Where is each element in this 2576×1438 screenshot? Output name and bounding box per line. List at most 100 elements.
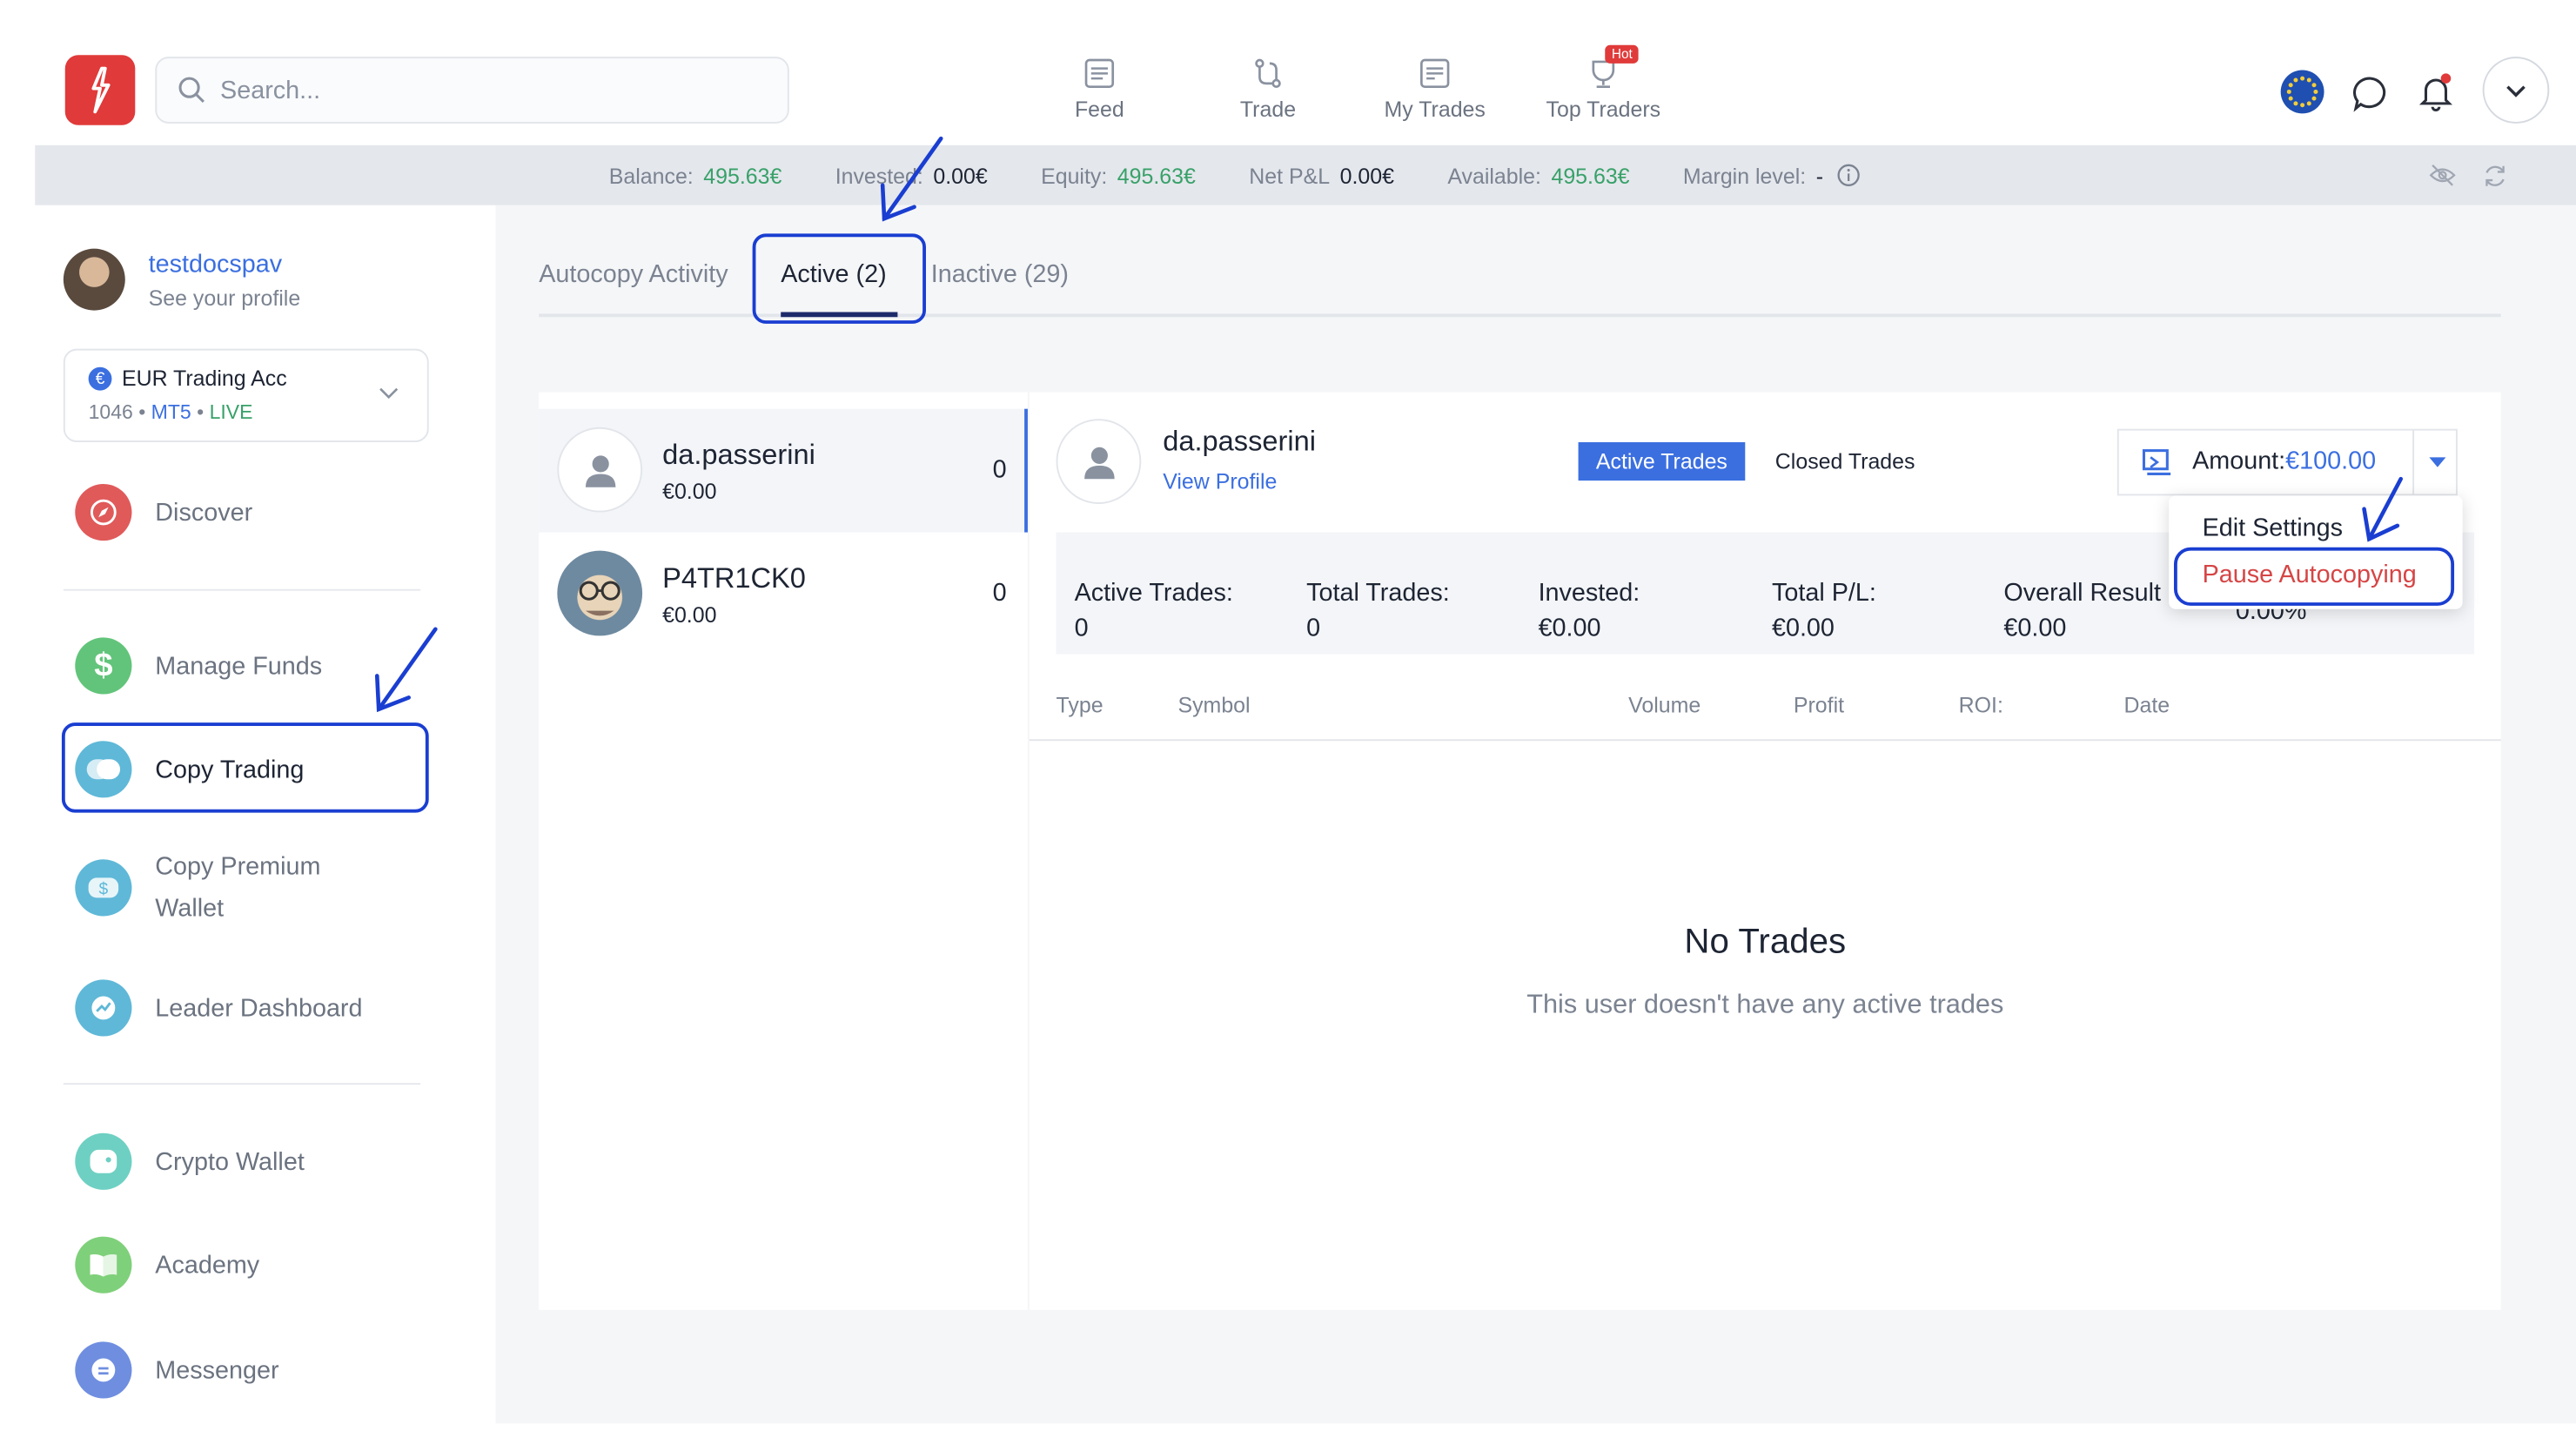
app-logo[interactable]	[64, 55, 136, 125]
user-placeholder-icon	[1056, 419, 1142, 504]
sidebar-item-copy-trading[interactable]: Copy Trading	[75, 741, 305, 798]
stat-total-pl: Total P/L: €0.00	[1772, 575, 1876, 646]
profile-menu-button[interactable]	[2482, 57, 2550, 124]
stat-total-trades: Total Trades: 0	[1306, 575, 1450, 646]
nav-my-trades[interactable]: My Trades	[1379, 57, 1492, 122]
sidebar-item-academy[interactable]: Academy	[75, 1236, 259, 1294]
sidebar-item-label: Crypto Wallet	[155, 1147, 305, 1176]
empty-text: This user doesn't have any active trades	[1526, 991, 2004, 1020]
caret-down-icon[interactable]	[2429, 457, 2446, 467]
stat-label: Total Trades:	[1306, 579, 1450, 608]
sidebar-item-crypto-wallet[interactable]: Crypto Wallet	[75, 1132, 305, 1190]
nav-top-traders[interactable]: Top Traders	[1539, 57, 1669, 122]
sidebar-item-copy-premium-wallet[interactable]: $ Copy Premium Wallet	[75, 846, 320, 930]
trader-row[interactable]: da.passerini €0.00 0	[539, 408, 1028, 533]
available-label: Available:	[1447, 162, 1541, 188]
nav-trade[interactable]: Trade	[1235, 57, 1302, 122]
sidebar-item-messenger[interactable]: Messenger	[75, 1341, 279, 1399]
invested-value: 0.00€	[933, 162, 988, 188]
amount-dropdown-menu: Edit Settings Pause Autocopying	[2169, 495, 2463, 609]
table-header-divider	[1029, 739, 2501, 742]
active-trades-button[interactable]: Active Trades	[1578, 442, 1746, 481]
column-header: Profit	[1793, 692, 1845, 718]
account-mode: LIVE	[209, 400, 253, 424]
sidebar-divider	[63, 588, 421, 591]
account-platform: MT5	[151, 400, 191, 424]
sidebar-item-label: Copy Trading	[155, 755, 305, 784]
search-input[interactable]	[217, 74, 758, 106]
traders-list: da.passerini €0.00 0 P4TR1CK0 €0.00 0	[539, 392, 1028, 1310]
sidebar-item-label: Wallet	[155, 894, 225, 924]
app-root: Feed Trade My Trades Top Traders Hot Bal…	[0, 0, 2576, 1424]
search-box[interactable]	[155, 57, 789, 124]
amount-label: Amount:	[2192, 447, 2286, 476]
search-icon	[178, 77, 205, 104]
nav-feed[interactable]: Feed	[1068, 57, 1131, 122]
empty-title: No Trades	[1684, 923, 1847, 962]
sidebar-item-label: Manage Funds	[155, 651, 323, 681]
menu-item-pause-autocopying[interactable]: Pause Autocopying	[2203, 561, 2417, 589]
detail-trader-name: da.passerini	[1163, 425, 1316, 458]
nav-my-trades-label: My Trades	[1384, 97, 1486, 122]
stat-value: 0	[1074, 614, 1089, 643]
see-profile-link[interactable]: See your profile	[149, 286, 301, 311]
feed-icon	[1084, 58, 1115, 89]
amount-control[interactable]: Amount:€100.00	[2116, 428, 2458, 496]
account-details: 1046 • MT5 • LIVE	[88, 400, 253, 424]
trader-name: da.passerini	[662, 439, 815, 471]
refresh-icon[interactable]	[2483, 164, 2508, 189]
stat-value: €0.00	[2003, 614, 2067, 643]
eu-flag-icon[interactable]	[2280, 70, 2324, 114]
sidebar-item-leader-dashboard[interactable]: Leader Dashboard	[75, 979, 363, 1037]
username[interactable]: testdocspav	[149, 251, 282, 279]
view-profile-link[interactable]: View Profile	[1163, 469, 1277, 494]
notifications-button[interactable]	[2418, 71, 2458, 120]
account-number: 1046	[88, 400, 133, 424]
margin-value: -	[1815, 162, 1824, 188]
sidebar-item-manage-funds[interactable]: $ Manage Funds	[75, 637, 323, 695]
trader-amount: €0.00	[662, 479, 717, 504]
trader-count: 0	[992, 579, 1007, 608]
chevron-down-icon	[379, 387, 399, 400]
premium-wallet-icon: $	[75, 859, 132, 917]
margin-label: Margin level:	[1682, 162, 1807, 188]
tab-inactive[interactable]: Inactive (29)	[931, 260, 1069, 289]
sidebar-item-label: Copy Premium	[155, 852, 321, 882]
tab-autocopy-activity[interactable]: Autocopy Activity	[539, 260, 728, 289]
info-icon[interactable]	[1836, 164, 1860, 187]
column-header: Symbol	[1177, 692, 1251, 718]
column-header: Date	[2123, 692, 2170, 718]
invested-label: Invested:	[835, 162, 923, 188]
stat-label: Invested:	[1538, 579, 1640, 608]
bull-logo-icon	[91, 66, 111, 114]
stat-label: Active Trades:	[1074, 579, 1233, 608]
svg-text:$: $	[99, 881, 109, 899]
eu-stars-icon	[2286, 76, 2318, 108]
tab-active[interactable]: Active (2)	[781, 260, 886, 289]
nav-top-traders-label: Top Traders	[1546, 97, 1661, 122]
user-avatar[interactable]	[63, 248, 125, 311]
available-value: 495.63€	[1551, 162, 1630, 188]
amount-display: Amount:€100.00	[2192, 447, 2376, 476]
equity-label: Equity:	[1041, 162, 1108, 188]
sidebar-item-label: Messenger	[155, 1355, 279, 1385]
balance-bar: Balance: 495.63€ Invested: 0.00€ Equity:…	[35, 144, 2576, 205]
euro-icon: €	[88, 366, 112, 391]
trader-avatar	[557, 550, 643, 636]
closed-trades-button[interactable]: Closed Trades	[1775, 449, 1915, 474]
crypto-wallet-icon	[75, 1132, 132, 1190]
chart-icon	[75, 979, 132, 1037]
chat-button[interactable]	[2352, 75, 2389, 120]
sidebar-item-discover[interactable]: Discover	[75, 483, 252, 541]
stat-label: Overall Result	[2003, 579, 2162, 608]
user-placeholder-icon	[557, 427, 643, 513]
amount-value: €100.00	[2285, 447, 2377, 476]
hide-balance-icon[interactable]	[2429, 164, 2456, 187]
menu-item-edit-settings[interactable]: Edit Settings	[2203, 514, 2343, 542]
my-trades-icon	[1420, 58, 1450, 89]
stat-value: €0.00	[1771, 614, 1835, 643]
copy-amount-icon	[2142, 449, 2171, 475]
trader-row[interactable]: P4TR1CK0 €0.00 0	[539, 533, 1028, 656]
column-header: Volume	[1628, 692, 1701, 718]
account-selector[interactable]: € EUR Trading Acc 1046 • MT5 • LIVE	[63, 348, 429, 443]
